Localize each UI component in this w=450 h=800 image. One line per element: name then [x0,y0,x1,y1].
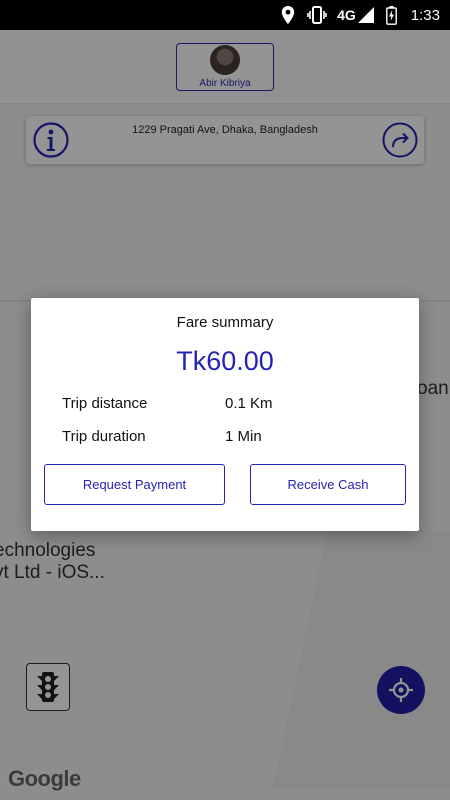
clock: 1:33 [410,6,440,24]
trip-distance-value: 0.1 Km [225,395,273,412]
status-bar: 4G 1:33 [0,0,450,30]
signal-icon [357,7,374,23]
fare-amount: Tk60.00 [176,346,274,376]
battery-icon [385,5,397,25]
vibrate-icon [307,6,327,24]
trip-duration-value: 1 Min [225,428,262,445]
location-icon [281,6,295,24]
receive-cash-button[interactable]: Receive Cash [250,464,406,505]
dialog-title: Fare summary [176,314,274,331]
request-payment-button[interactable]: Request Payment [44,464,225,505]
trip-distance-label: Trip distance [62,395,148,412]
fare-summary-dialog: Fare summary Tk60.00 Trip distance 0.1 K… [31,298,419,531]
trip-duration-label: Trip duration [62,428,146,445]
trip-duration-row: Trip duration 1 Min [62,428,262,445]
network-type: 4G [337,7,356,23]
trip-distance-row: Trip distance 0.1 Km [62,395,273,412]
